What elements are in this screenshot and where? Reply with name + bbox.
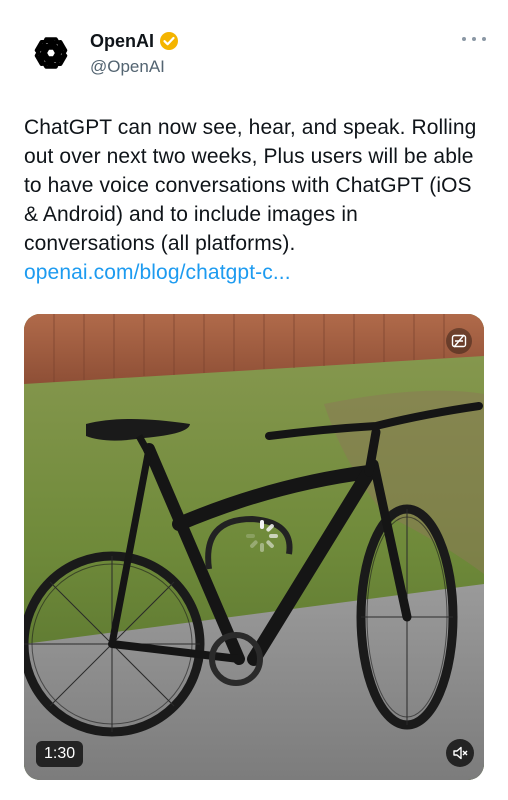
author-avatar[interactable] — [24, 26, 78, 80]
author-name[interactable]: OpenAI — [90, 30, 154, 52]
caption-icon[interactable] — [446, 328, 472, 354]
tweet-text-line: out over next two weeks, Plus users will… — [24, 145, 474, 168]
tweet-link[interactable]: openai.com/blog/chatgpt-c... — [24, 261, 291, 284]
tweet-text: ChatGPT can now see, hear, and speak. Ro… — [24, 113, 494, 287]
author-handle[interactable]: @OpenAI — [90, 56, 179, 78]
video-thumbnail — [24, 314, 484, 780]
openai-logo-icon — [34, 37, 68, 69]
speaker-muted-icon[interactable] — [446, 739, 474, 767]
video-duration: 1:30 — [36, 741, 84, 767]
tweet-text-line: to have voice conversations with ChatGPT… — [24, 174, 472, 197]
verified-badge-icon — [160, 32, 179, 50]
more-options-icon[interactable] — [462, 33, 486, 45]
tweet: OpenAI @OpenAI ChatGPT can now see, hear… — [0, 0, 508, 800]
tweet-text-line: ChatGPT can now see, hear, and speak. Ro… — [24, 116, 477, 139]
author-name-row: OpenAI — [90, 30, 179, 52]
tweet-text-line: & Android) and to include images in — [24, 203, 358, 226]
video-player[interactable]: 1:30 — [24, 314, 484, 780]
tweet-text-line: conversations (all platforms). — [24, 232, 296, 255]
author-block: OpenAI @OpenAI — [90, 30, 179, 78]
